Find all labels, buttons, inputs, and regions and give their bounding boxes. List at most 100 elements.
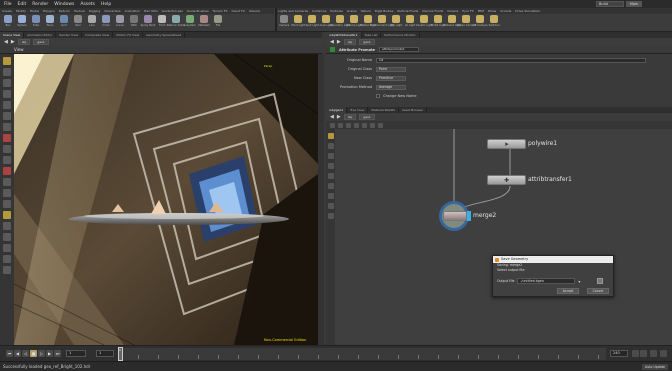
jump-end-icon[interactable]: ⏭ <box>54 350 61 357</box>
dropdown-arrow-icon[interactable]: ▾ <box>578 279 580 284</box>
pose-tool-icon[interactable] <box>3 112 11 120</box>
move-tool-icon[interactable] <box>3 68 11 76</box>
shelf-divider[interactable] <box>275 8 277 32</box>
add-icon[interactable] <box>330 122 335 128</box>
secure-selection-icon[interactable] <box>3 222 11 230</box>
path-geo1[interactable]: geo1 <box>359 39 375 45</box>
object-select-icon[interactable] <box>3 211 11 219</box>
node-label-polywire1[interactable]: polywire1 <box>528 140 557 147</box>
light-tool-volume-light[interactable]: Volume Light <box>346 15 363 27</box>
menu-file[interactable]: File <box>4 2 12 7</box>
step-forward-icon[interactable]: ▶ <box>46 350 53 357</box>
create-tool-file[interactable]: File <box>212 15 224 27</box>
back-arrow-icon[interactable]: ◀ <box>4 39 8 45</box>
forward-arrow-icon[interactable]: ▶ <box>337 39 341 45</box>
create-tool-sphere[interactable]: Sphere <box>16 15 28 27</box>
forward-arrow-icon[interactable]: ▶ <box>337 114 341 120</box>
grid-icon[interactable] <box>327 183 334 189</box>
dialog-title-bar[interactable]: Save Geometry <box>493 256 613 263</box>
shape-icon[interactable] <box>327 213 334 219</box>
create-shelf-tab[interactable]: Characters <box>102 8 122 14</box>
create-shelf-tab[interactable]: Guide Brushes <box>185 8 211 14</box>
light-tool-spot-light[interactable]: Spot Light <box>306 15 319 27</box>
menu-assets[interactable]: Assets <box>80 2 95 7</box>
new-class-menu[interactable]: Primitive <box>376 76 406 81</box>
back-arrow-icon[interactable]: ◀ <box>330 39 334 45</box>
color-icon[interactable] <box>327 203 334 209</box>
light-shelf-tab[interactable]: Grains <box>345 8 359 14</box>
tools-icon[interactable] <box>362 122 367 128</box>
create-shelf-tab[interactable]: Animation <box>123 8 142 14</box>
create-shelf-tab[interactable]: Volume <box>247 8 262 14</box>
back-arrow-icon[interactable]: ◀ <box>330 114 334 120</box>
flag-icon[interactable] <box>327 143 334 149</box>
output-file-field[interactable]: ./untitled.bgeo <box>517 278 576 284</box>
rotate-tool-icon[interactable] <box>3 79 11 87</box>
light-tool-vr-camera[interactable]: VR Camera <box>473 15 487 27</box>
path-obj[interactable]: obj <box>343 39 357 45</box>
polywire1-node[interactable]: ➤ <box>487 139 526 149</box>
create-tool-curve[interactable]: Curve <box>114 15 126 27</box>
light-shelf-tab[interactable]: Pyro FX <box>460 8 475 14</box>
menu-edit[interactable]: Edit <box>18 2 27 7</box>
change-new-name-checkbox[interactable] <box>376 94 380 98</box>
magnet-icon[interactable] <box>3 167 11 175</box>
box-icon[interactable] <box>327 163 334 169</box>
merge2-node[interactable] <box>443 211 467 221</box>
render-region-icon[interactable] <box>3 134 11 142</box>
path-geo1[interactable]: geo1 <box>33 39 49 45</box>
light-shelf-tab[interactable]: Lights and Cameras <box>276 8 310 14</box>
path-obj[interactable]: obj <box>343 114 357 120</box>
key-icon[interactable] <box>632 350 639 357</box>
snap-icon[interactable] <box>3 145 11 153</box>
layout-icon[interactable] <box>370 122 375 128</box>
forward-arrow-icon[interactable]: ▶ <box>11 39 15 45</box>
view-tool-icon[interactable] <box>3 123 11 131</box>
realtime-icon[interactable] <box>640 350 647 357</box>
main-desktop-button[interactable]: Main <box>626 1 642 7</box>
light-shelf-tab[interactable]: Collisions <box>310 8 328 14</box>
light-shelf-tab[interactable]: Crowds <box>498 8 513 14</box>
create-shelf-tab[interactable]: Deform <box>57 8 72 14</box>
light-tool-geometry-light[interactable]: Geometry Light <box>330 15 350 27</box>
node-label-merge2[interactable]: merge2 <box>473 212 496 219</box>
scale-tool-icon[interactable] <box>3 90 11 98</box>
scene-viewport[interactable] <box>14 54 318 345</box>
current-frame-field[interactable]: 1 <box>66 350 86 357</box>
create-shelf-tab[interactable]: Modify <box>14 8 28 14</box>
dot-icon[interactable] <box>327 173 334 179</box>
light-shelf-tab[interactable]: Particles <box>328 8 345 14</box>
node-name-field[interactable]: attribpromote1 <box>379 47 420 52</box>
file-browse-icon[interactable] <box>597 278 603 284</box>
help-icon[interactable] <box>378 122 383 128</box>
create-tool-tube[interactable]: Tube <box>30 15 42 27</box>
edges-select-icon[interactable] <box>3 189 11 197</box>
original-class-menu[interactable]: Point <box>376 67 406 72</box>
play-reverse-icon[interactable]: ◁ <box>22 350 29 357</box>
snap-icon[interactable] <box>327 193 334 199</box>
light-tool-caustic-light[interactable]: Caustic Light <box>416 15 433 27</box>
step-back-icon[interactable]: ◀ <box>14 350 21 357</box>
menu-render[interactable]: Render <box>32 2 48 7</box>
audio-icon[interactable] <box>660 350 667 357</box>
playhead[interactable]: 1 <box>118 347 123 361</box>
create-tool-line[interactable]: Line <box>86 15 98 27</box>
create-shelf-tab[interactable]: Texture <box>72 8 87 14</box>
create-shelf-tab[interactable]: Cloud FX <box>230 8 247 14</box>
timeline-ruler[interactable] <box>118 348 606 360</box>
create-tool-platonic-solids[interactable]: Platonic Solids <box>167 15 185 27</box>
light-tool-switcher[interactable]: Switcher <box>488 15 500 27</box>
light-shelf-tab[interactable]: Rigid Bodies <box>373 8 396 14</box>
note-icon[interactable] <box>327 153 334 159</box>
light-tool-point-light[interactable]: Point Light <box>291 15 305 27</box>
light-tool-camera[interactable]: Camera <box>278 15 290 27</box>
create-shelf-tab[interactable]: Create <box>0 8 14 14</box>
create-tool-l-system[interactable]: L-System <box>184 15 196 27</box>
path-obj[interactable]: obj <box>17 39 31 45</box>
primitives-select-icon[interactable] <box>3 200 11 208</box>
attribtransfer1-node[interactable]: ✚ <box>487 175 526 185</box>
network-editor[interactable]: ➤ polywire1 ✚ attribtransfer1 merge2 <box>335 129 672 345</box>
stop-icon[interactable]: ■ <box>30 350 37 357</box>
original-name-field[interactable]: Cd <box>376 58 646 63</box>
light-tool-gi-light[interactable]: GI Light <box>404 15 416 27</box>
